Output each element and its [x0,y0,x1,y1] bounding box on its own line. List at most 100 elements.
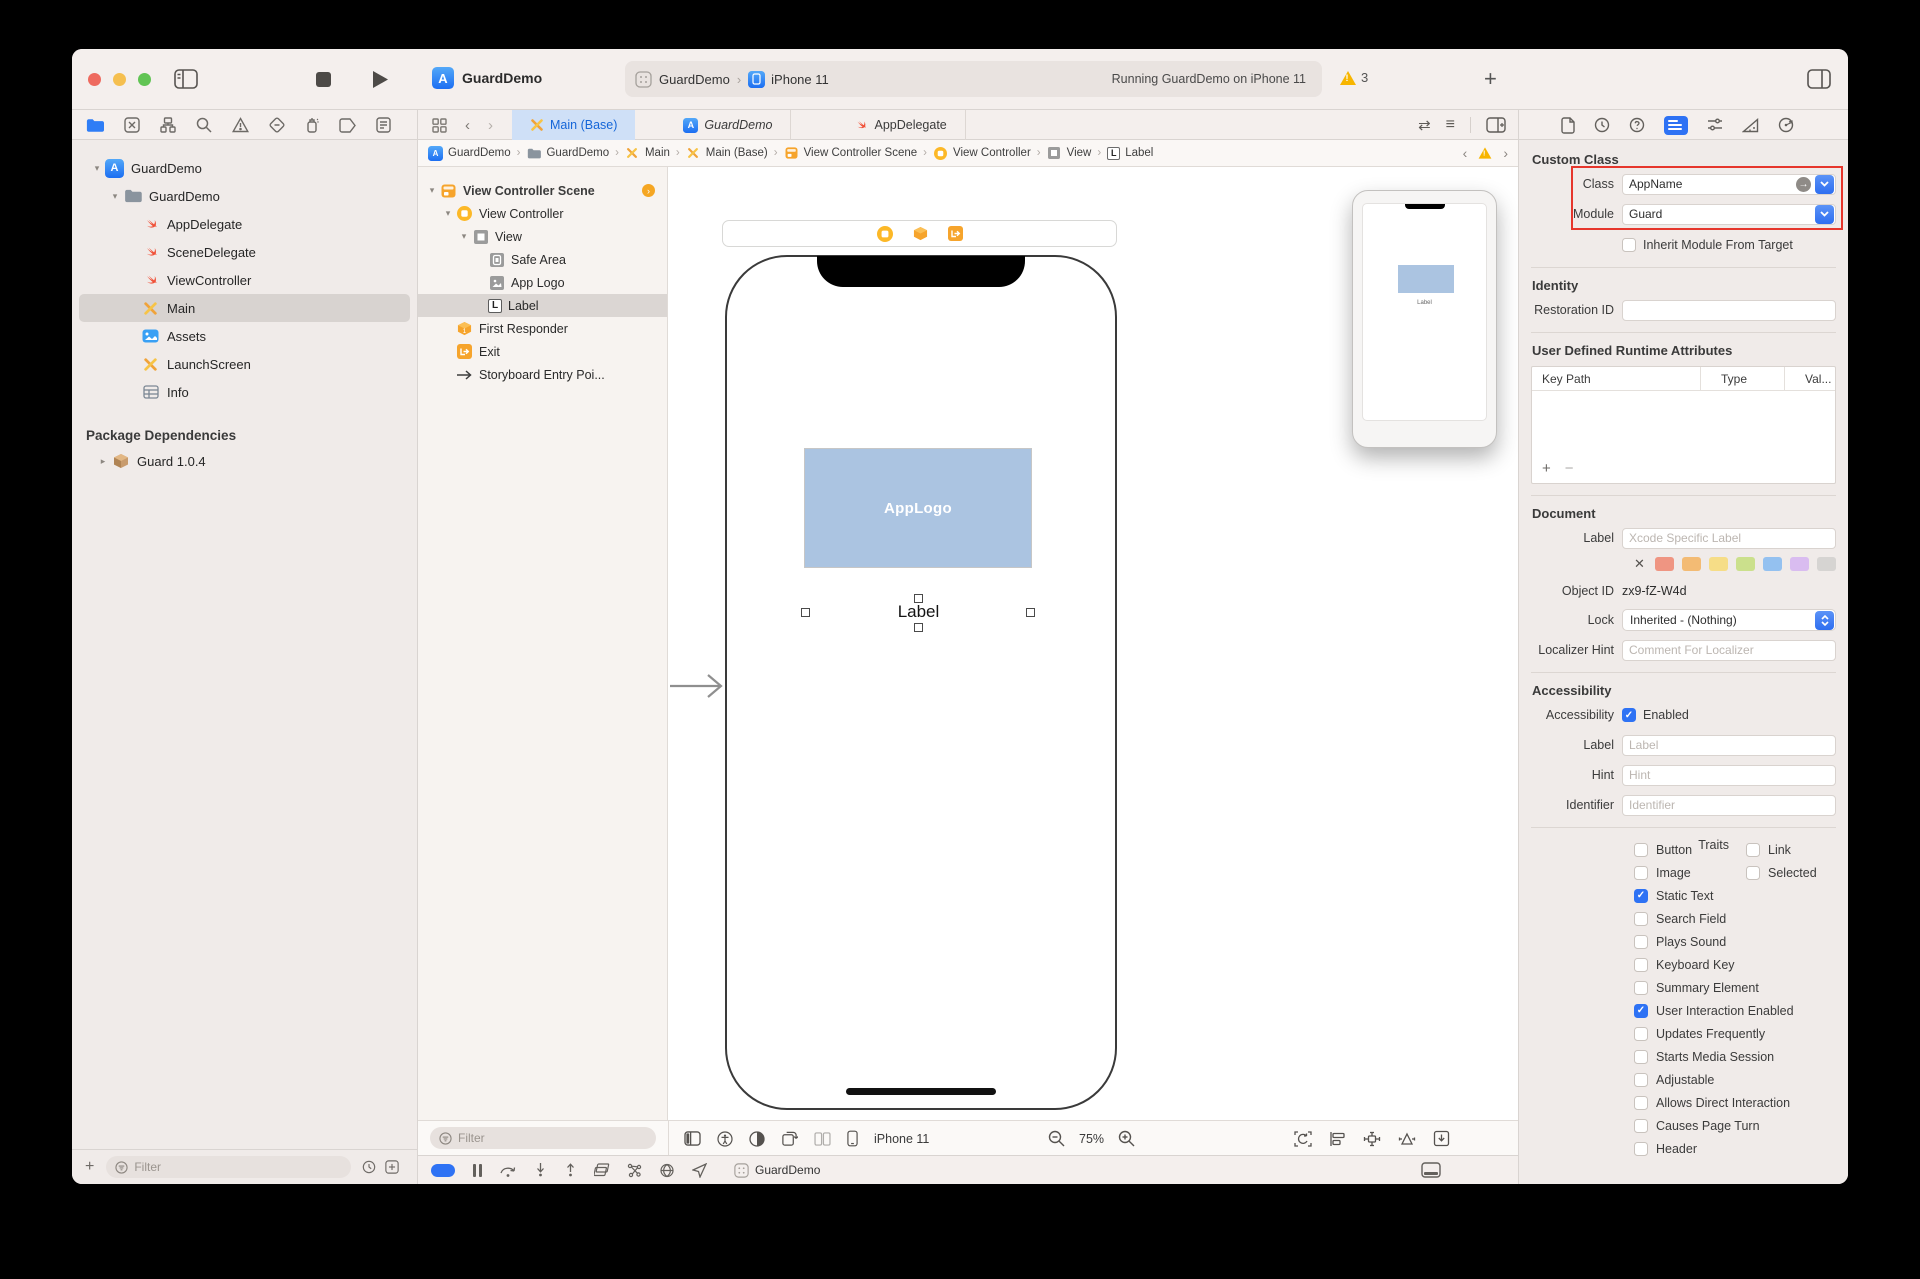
view-controller-dock-icon[interactable] [877,226,893,242]
new-tab-button[interactable]: + [1484,66,1497,92]
inherit-module-checkbox[interactable] [1622,238,1636,252]
code-review-icon[interactable]: ⇄ [1418,116,1431,134]
storyboard-canvas[interactable]: AppLogo Label Label [668,167,1518,1120]
device-icon[interactable] [847,1130,858,1147]
symbol-navigator-icon[interactable] [160,117,176,133]
accessibility-hint-input[interactable] [1623,766,1835,785]
outline-filter-field[interactable]: Filter [430,1127,656,1149]
remove-attribute-button[interactable]: − [1565,460,1574,477]
accessibility-hint-field[interactable] [1622,765,1836,786]
step-over-icon[interactable] [500,1164,517,1177]
history-inspector-icon[interactable] [1594,117,1610,133]
trait-selected-checkbox[interactable] [1746,866,1760,880]
debug-memory-graph-icon[interactable] [627,1163,642,1178]
breadcrumb-item[interactable]: GuardDemo [546,147,609,159]
step-into-icon[interactable] [534,1163,547,1177]
nav-row-info-plist[interactable]: Info [79,378,410,406]
exit-dock-icon[interactable] [948,226,963,241]
color-swatch-green[interactable] [1736,557,1755,571]
breadcrumb-item[interactable]: View Controller Scene [804,147,918,159]
accessibility-label-input[interactable] [1623,736,1835,755]
trait-search-field-checkbox[interactable] [1634,912,1648,926]
breadcrumb-item[interactable]: View Controller [953,147,1031,159]
breakpoints-toggle[interactable] [431,1164,455,1177]
resize-handle-top[interactable] [914,594,923,603]
trait-keyboard-key-checkbox[interactable] [1634,958,1648,972]
add-editor-icon[interactable] [1486,117,1506,133]
step-out-icon[interactable] [564,1163,577,1177]
nav-row-assets[interactable]: Assets [79,322,410,350]
outline-row-label[interactable]: L Label [418,294,667,317]
update-frames-icon[interactable] [1294,1131,1312,1147]
hide-outline-icon[interactable] [684,1131,701,1146]
next-issue-icon[interactable]: › [1503,145,1508,161]
disclosure-triangle[interactable]: ▾ [107,191,123,202]
first-responder-dock-icon[interactable] [913,226,928,241]
trait-allows-direct-interaction-checkbox[interactable] [1634,1096,1648,1110]
outline-row-app-logo[interactable]: App Logo [418,271,667,294]
selected-label-view[interactable]: Label [858,602,979,622]
scm-status-filter-icon[interactable] [385,1160,399,1174]
minimize-window-button[interactable] [113,73,126,86]
nav-row-appdelegate[interactable]: AppDelegate [79,210,410,238]
zoom-window-button[interactable] [138,73,151,86]
module-dropdown-button[interactable] [1815,205,1834,224]
recent-files-filter-icon[interactable] [362,1160,376,1174]
report-navigator-icon[interactable] [376,117,391,133]
adjust-editor-options-icon[interactable]: ≡ [1446,116,1455,134]
nav-row-main-storyboard[interactable]: Main [79,294,410,322]
document-label-input[interactable] [1623,529,1835,548]
nav-row-viewcontroller[interactable]: ViewController [79,266,410,294]
find-navigator-icon[interactable] [196,117,212,133]
hide-console-icon[interactable] [1421,1162,1441,1178]
document-label-field[interactable] [1622,528,1836,549]
restoration-id-field[interactable] [1622,300,1836,321]
tab-guarddemo[interactable]: A GuardDemo [665,110,791,140]
navigator-filter-field[interactable]: Filter [106,1156,351,1178]
runtime-attributes-table[interactable]: Key Path Type Val... + − [1531,366,1836,484]
stop-button[interactable] [316,72,331,87]
color-swatch-red[interactable] [1655,557,1674,571]
size-inspector-icon[interactable] [1742,118,1759,133]
file-inspector-icon[interactable] [1561,117,1575,134]
run-button[interactable] [372,70,389,89]
back-button[interactable]: ‹ [456,110,479,140]
trait-user-interaction-checkbox[interactable] [1634,1004,1648,1018]
trait-link-checkbox[interactable] [1746,843,1760,857]
color-swatch-yellow[interactable] [1709,557,1728,571]
zoom-level[interactable]: 75% [1079,1132,1104,1146]
accessibility-preview-icon[interactable] [717,1131,733,1147]
align-icon[interactable] [1329,1131,1346,1147]
storyboard-entry-arrow[interactable] [670,672,726,700]
localizer-hint-input[interactable] [1623,641,1835,660]
debug-navigator-icon[interactable] [305,117,319,133]
trait-starts-media-checkbox[interactable] [1634,1050,1648,1064]
appearance-toggle-icon[interactable] [749,1131,765,1147]
tab-main-storyboard[interactable]: Main (Base) [512,110,635,140]
debug-process-selector[interactable]: GuardDemo [734,1163,820,1178]
resize-handle-right[interactable] [1026,608,1035,617]
class-dropdown-button[interactable] [1815,175,1834,194]
restoration-id-input[interactable] [1623,301,1835,320]
breadcrumb-item[interactable]: Label [1125,147,1153,159]
breakpoint-navigator-icon[interactable] [339,118,356,133]
canvas-device-name[interactable]: iPhone 11 [874,1132,929,1146]
identity-inspector-icon[interactable] [1664,116,1688,135]
breadcrumb-item[interactable]: View [1067,147,1092,159]
jump-to-class-icon[interactable]: → [1796,177,1811,192]
view-hierarchy-debugger-icon[interactable] [594,1163,610,1178]
environment-overrides-icon[interactable] [659,1163,675,1178]
color-swatch-purple[interactable] [1790,557,1809,571]
outline-row-first-responder[interactable]: 1 First Responder [418,317,667,340]
outline-row-entry-point[interactable]: Storyboard Entry Poi... [418,363,667,386]
connections-inspector-icon[interactable] [1778,117,1794,133]
trait-summary-element-checkbox[interactable] [1634,981,1648,995]
nav-row-scenedelegate[interactable]: SceneDelegate [79,238,410,266]
resize-handle-left[interactable] [801,608,810,617]
simulate-location-icon[interactable] [692,1163,707,1178]
trait-image-checkbox[interactable] [1634,866,1648,880]
attributes-inspector-icon[interactable] [1707,117,1723,133]
lock-stepper-icon[interactable] [1815,611,1834,630]
resize-handle-bottom[interactable] [914,623,923,632]
test-navigator-icon[interactable] [269,117,285,133]
